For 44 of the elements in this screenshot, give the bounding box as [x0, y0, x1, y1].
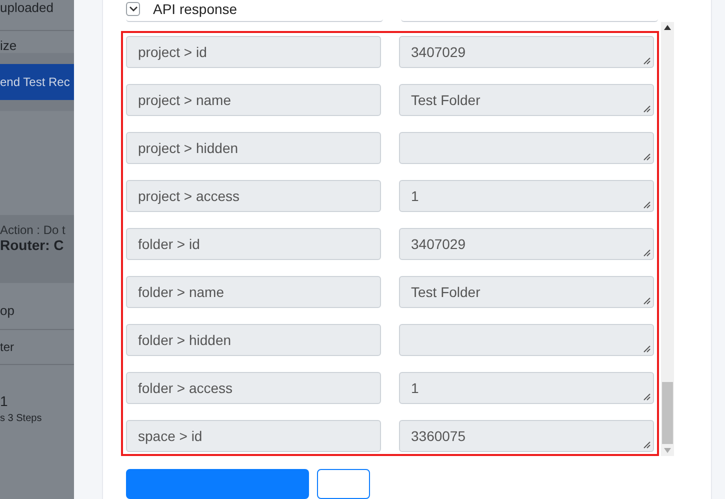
- background-text: ize: [0, 37, 18, 53]
- background-text: ter: [0, 330, 74, 365]
- background-caption: Action : Do t: [0, 215, 74, 237]
- value-field[interactable]: 3360075: [399, 420, 654, 452]
- scroll-thumb[interactable]: [662, 382, 673, 444]
- value-field[interactable]: 1: [399, 180, 654, 212]
- resize-grip-icon: [643, 393, 651, 401]
- label-field: project > hidden: [126, 132, 381, 164]
- resize-grip-icon: [643, 345, 651, 353]
- label-field: folder > name: [126, 276, 381, 308]
- resize-grip-icon: [643, 441, 651, 449]
- background-heading: 1: [0, 393, 9, 409]
- resize-grip-icon: [643, 249, 651, 257]
- scroll-down-icon[interactable]: [664, 448, 671, 453]
- primary-button[interactable]: [126, 469, 309, 499]
- value-field[interactable]: [399, 132, 654, 164]
- background-caption: s 3 Steps: [0, 413, 43, 424]
- secondary-button[interactable]: [317, 469, 370, 499]
- value-field[interactable]: Test Folder: [399, 276, 654, 308]
- label-field: project > id: [126, 36, 381, 68]
- label-field: folder > access: [126, 372, 381, 404]
- value-field[interactable]: Test Folder: [399, 84, 654, 116]
- scroll-up-icon[interactable]: [664, 25, 671, 30]
- value-field[interactable]: [399, 324, 654, 356]
- scrollbar[interactable]: [661, 22, 674, 456]
- label-field: project > name: [126, 84, 381, 116]
- background-heading: Router: C: [0, 237, 74, 283]
- resize-grip-icon: [643, 201, 651, 209]
- label-field: folder > hidden: [126, 324, 381, 356]
- background-text: op: [0, 283, 74, 330]
- resize-grip-icon: [643, 57, 651, 65]
- section-title: API response: [153, 1, 238, 17]
- label-field: project > access: [126, 180, 381, 212]
- resize-grip-icon: [643, 105, 651, 113]
- label-field: folder > id: [126, 228, 381, 260]
- background-text: uploaded: [0, 0, 74, 31]
- chevron-toggle[interactable]: [126, 2, 140, 16]
- chevron-icon: [128, 6, 138, 12]
- label-field: space > id: [126, 420, 381, 452]
- value-field[interactable]: 3407029: [399, 36, 654, 68]
- value-field[interactable]: 3407029: [399, 228, 654, 260]
- resize-grip-icon: [643, 153, 651, 161]
- value-field[interactable]: 1: [399, 372, 654, 404]
- resize-grip-icon: [643, 297, 651, 305]
